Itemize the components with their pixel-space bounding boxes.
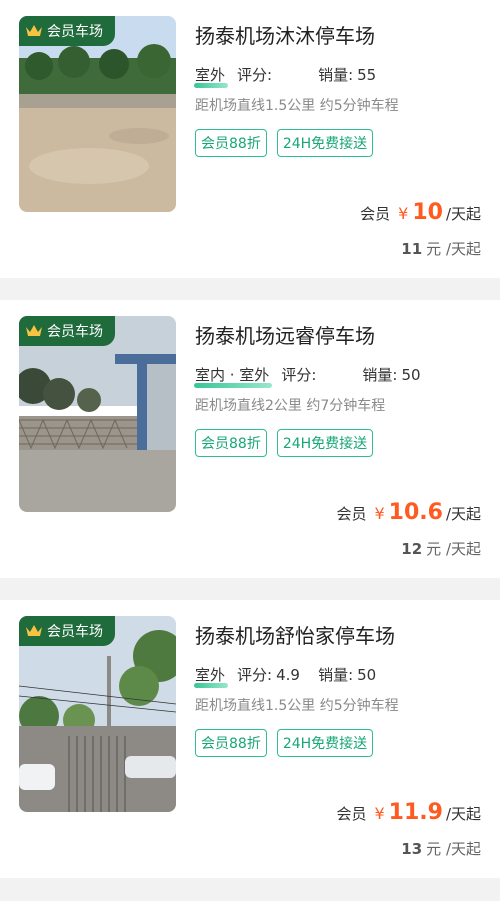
crown-icon xyxy=(26,625,42,636)
parking-meta: 室内 · 室外 评分: 销量: 50 xyxy=(193,364,421,388)
tag-member-discount: 会员88折 xyxy=(195,429,267,457)
crown-icon xyxy=(26,25,42,36)
parking-card[interactable]: 会员车场 扬泰机场远睿停车场 室内 · 室外 评分: 销量: 50 距机场直线2… xyxy=(0,300,500,578)
parking-type: 室外 xyxy=(193,66,229,88)
parking-type: 室内 · 室外 xyxy=(193,366,273,388)
price-unit: /天起 xyxy=(445,505,481,523)
member-price-amount: 10 xyxy=(412,200,443,225)
price-unit: /天起 xyxy=(445,205,481,223)
sales-label: 销量: xyxy=(362,366,398,384)
currency-symbol: ¥ xyxy=(374,804,385,823)
original-price-unit: 元 /天起 xyxy=(426,840,481,858)
original-price: 11 元 /天起 xyxy=(401,238,481,259)
sales-value: 50 xyxy=(357,665,377,684)
price-unit: /天起 xyxy=(445,805,481,823)
member-badge: 会员车场 xyxy=(19,16,115,46)
sales-value: 55 xyxy=(357,65,377,84)
rating-value: 4.9 xyxy=(276,665,300,684)
distance-text: 距机场直线2公里 约7分钟车程 xyxy=(195,398,386,414)
tag-member-discount: 会员88折 xyxy=(195,129,267,157)
sales-label: 销量: xyxy=(318,66,354,84)
parking-card[interactable]: 会员车场 扬泰机场沐沐停车场 室外 评分: 销量: 55 距机场直线1.5公里 … xyxy=(0,0,500,278)
tag-list: 会员88折 24H免费接送 xyxy=(195,729,374,757)
original-price-amount: 11 xyxy=(401,240,423,258)
sales-value: 50 xyxy=(401,365,421,384)
rating-label: 评分: xyxy=(237,66,273,84)
parking-name[interactable]: 扬泰机场舒怡家停车场 xyxy=(195,620,395,649)
member-badge-label: 会员车场 xyxy=(47,624,103,640)
member-badge: 会员车场 xyxy=(19,616,115,646)
tag-list: 会员88折 24H免费接送 xyxy=(195,429,374,457)
parking-meta: 室外 评分: 销量: 55 xyxy=(193,64,377,88)
currency-symbol: ¥ xyxy=(374,504,385,523)
original-price-amount: 13 xyxy=(401,840,423,858)
tag-member-discount: 会员88折 xyxy=(195,729,267,757)
original-price: 13 元 /天起 xyxy=(401,838,481,859)
member-badge: 会员车场 xyxy=(19,316,115,346)
member-price: 会员 ¥ 10 /天起 xyxy=(360,200,481,225)
distance-text: 距机场直线1.5公里 约5分钟车程 xyxy=(195,698,399,714)
rating-label: 评分: xyxy=(237,666,273,684)
rating-label: 评分: xyxy=(281,366,317,384)
original-price-unit: 元 /天起 xyxy=(426,240,481,258)
tag-free-shuttle: 24H免费接送 xyxy=(276,129,374,157)
member-price-label: 会员 xyxy=(336,505,367,523)
parking-type: 室外 xyxy=(193,666,229,688)
parking-card[interactable]: 会员车场 扬泰机场舒怡家停车场 室外 评分: 4.9 销量: 50 距机场直线1… xyxy=(0,600,500,878)
parking-name[interactable]: 扬泰机场远睿停车场 xyxy=(195,320,375,349)
parking-photo[interactable]: 会员车场 xyxy=(19,316,176,512)
member-price-label: 会员 xyxy=(336,805,367,823)
parking-photo[interactable]: 会员车场 xyxy=(19,16,176,212)
parking-photo[interactable]: 会员车场 xyxy=(19,616,176,812)
tag-free-shuttle: 24H免费接送 xyxy=(276,429,374,457)
original-price: 12 元 /天起 xyxy=(401,538,481,559)
member-badge-label: 会员车场 xyxy=(47,324,103,340)
distance-text: 距机场直线1.5公里 约5分钟车程 xyxy=(195,98,399,114)
crown-icon xyxy=(26,325,42,336)
member-price: 会员 ¥ 11.9 /天起 xyxy=(336,800,481,825)
member-price-amount: 10.6 xyxy=(388,500,443,525)
member-badge-label: 会员车场 xyxy=(47,24,103,40)
member-price-amount: 11.9 xyxy=(388,800,443,825)
tag-free-shuttle: 24H免费接送 xyxy=(276,729,374,757)
tag-list: 会员88折 24H免费接送 xyxy=(195,129,374,157)
parking-meta: 室外 评分: 4.9 销量: 50 xyxy=(193,664,377,688)
sales-label: 销量: xyxy=(318,666,354,684)
original-price-unit: 元 /天起 xyxy=(426,540,481,558)
parking-name[interactable]: 扬泰机场沐沐停车场 xyxy=(195,20,375,49)
currency-symbol: ¥ xyxy=(398,204,409,223)
member-price-label: 会员 xyxy=(360,205,391,223)
member-price: 会员 ¥ 10.6 /天起 xyxy=(336,500,481,525)
original-price-amount: 12 xyxy=(401,540,423,558)
